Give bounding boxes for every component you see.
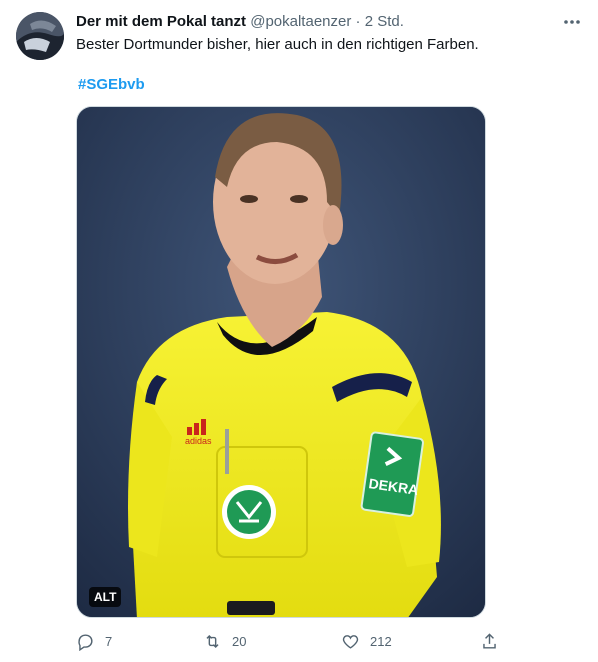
more-icon bbox=[564, 20, 580, 24]
alt-badge[interactable]: ALT bbox=[89, 587, 122, 607]
more-button[interactable] bbox=[560, 12, 584, 32]
adidas-logo: adidas bbox=[185, 436, 212, 446]
hashtag-link[interactable]: #SGEbvb bbox=[78, 75, 145, 95]
reply-icon bbox=[78, 633, 93, 651]
like-icon bbox=[342, 634, 359, 649]
like-button[interactable]: 212 bbox=[341, 628, 392, 654]
retweet-button[interactable]: 20 bbox=[203, 628, 246, 654]
reply-button[interactable]: 7 bbox=[76, 628, 112, 654]
tweet-actions: 7 20 212 bbox=[76, 628, 506, 654]
avatar[interactable] bbox=[16, 12, 64, 60]
like-count: 212 bbox=[370, 633, 392, 649]
display-name[interactable]: Der mit dem Pokal tanzt bbox=[76, 13, 246, 30]
share-icon bbox=[483, 632, 496, 649]
tweet-media[interactable]: adidas DEKRA ALT bbox=[76, 106, 486, 618]
share-button[interactable] bbox=[480, 628, 499, 654]
retweet-icon bbox=[206, 634, 219, 648]
tweet-header: Der mit dem Pokal tanzt @pokaltaenzer · … bbox=[76, 12, 582, 32]
tweet: Der mit dem Pokal tanzt @pokaltaenzer · … bbox=[0, 0, 598, 662]
tweet-text: Bester Dortmunder bisher, hier auch in d… bbox=[76, 36, 479, 53]
user-handle[interactable]: @pokaltaenzer bbox=[250, 13, 351, 30]
referee-photo: adidas DEKRA bbox=[77, 107, 485, 617]
separator-dot: · bbox=[355, 13, 361, 30]
reply-count: 7 bbox=[105, 633, 113, 649]
timestamp[interactable]: 2 Std. bbox=[365, 13, 404, 30]
retweet-count: 20 bbox=[232, 633, 247, 649]
